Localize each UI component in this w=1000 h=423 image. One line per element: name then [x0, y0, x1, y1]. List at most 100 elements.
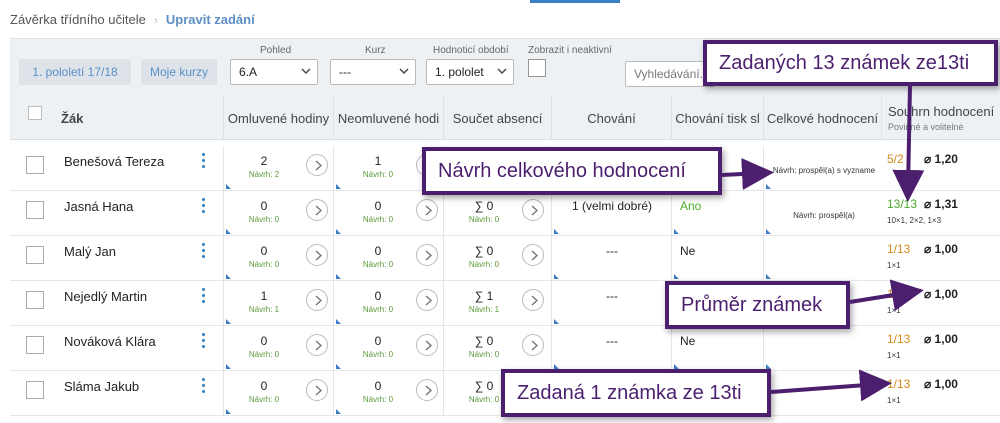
- unexcused-proposal: Návrh: 0: [362, 395, 394, 404]
- excused-cell[interactable]: 1 Návrh: 1: [223, 281, 333, 325]
- overall-cell[interactable]: Návrh: prospěl(a) s vyzname: [763, 146, 881, 190]
- absence-cell[interactable]: ∑ 0 Návrh: 0: [443, 191, 551, 235]
- table-row[interactable]: Malý Jan 0 Návrh: 0 0 Návrh: 0 ∑ 0 Návrh…: [10, 236, 1000, 281]
- row-checkbox[interactable]: [26, 246, 44, 264]
- grade-count[interactable]: 1/13: [887, 242, 910, 256]
- chevron-right-icon[interactable]: [522, 244, 544, 266]
- table-header: Žák Omluvené hodiny Neomluvené hodi Souč…: [10, 96, 1000, 140]
- student-name[interactable]: Malý Jan: [64, 244, 116, 259]
- col-grades-summary-sub: Povinné a volitelné: [888, 122, 964, 132]
- chevron-right-icon[interactable]: [522, 289, 544, 311]
- unexcused-cell[interactable]: 0 Návrh: 0: [333, 326, 443, 370]
- more-vertical-icon[interactable]: [200, 288, 206, 306]
- grade-count[interactable]: 1/: [887, 287, 897, 301]
- chevron-right-icon[interactable]: [306, 199, 328, 221]
- unexcused-cell[interactable]: 0 Návrh: 0: [333, 191, 443, 235]
- more-vertical-icon[interactable]: [200, 378, 206, 396]
- behavior-print-cell[interactable]: Ano: [671, 191, 763, 235]
- more-vertical-icon[interactable]: [200, 153, 206, 171]
- unexcused-cell[interactable]: 0 Návrh: 0: [333, 371, 443, 415]
- col-grades-summary-label: Souhrn hodnocení: [888, 104, 995, 119]
- chevron-right-icon[interactable]: [306, 154, 328, 176]
- show-inactive-checkbox[interactable]: [528, 59, 546, 77]
- behavior-print-cell[interactable]: Ne: [671, 326, 763, 370]
- grading-period-select[interactable]: 1. pololet: [426, 59, 514, 85]
- chevron-right-icon[interactable]: [416, 289, 438, 311]
- behavior-cell[interactable]: ---: [551, 236, 671, 280]
- excused-cell[interactable]: 0 Návrh: 0: [223, 371, 333, 415]
- col-student[interactable]: Žák: [55, 96, 223, 140]
- chevron-right-icon[interactable]: [416, 244, 438, 266]
- absence-cell[interactable]: ∑ 0 Návrh: 0: [443, 326, 551, 370]
- student-name[interactable]: Benešová Tereza: [64, 154, 164, 169]
- table-row[interactable]: Jasná Hana 0 Návrh: 0 0 Návrh: 0 ∑ 0 Náv…: [10, 191, 1000, 236]
- excused-cell[interactable]: 0 Návrh: 0: [223, 191, 333, 235]
- col-behavior[interactable]: Chování: [551, 96, 671, 140]
- grade-count[interactable]: 13/13: [887, 197, 917, 211]
- absence-value: ∑ 1: [474, 289, 494, 303]
- row-checkbox[interactable]: [26, 336, 44, 354]
- table-row[interactable]: Nováková Klára 0 Návrh: 0 0 Návrh: 0 ∑ 0…: [10, 326, 1000, 371]
- chevron-right-icon[interactable]: [306, 334, 328, 356]
- breadcrumb-parent[interactable]: Závěrka třídního učitele: [10, 12, 146, 27]
- behavior-cell[interactable]: 1 (velmi dobré): [551, 191, 671, 235]
- unexcused-value: 0: [374, 379, 382, 393]
- unexcused-cell[interactable]: 0 Návrh: 0: [333, 236, 443, 280]
- excused-cell[interactable]: 0 Návrh: 0: [223, 236, 333, 280]
- chevron-right-icon[interactable]: [416, 199, 438, 221]
- behavior-cell[interactable]: ---: [551, 326, 671, 370]
- overall-cell[interactable]: [763, 326, 881, 370]
- row-checkbox[interactable]: [26, 201, 44, 219]
- col-behavior-print[interactable]: Chování tisk sl: [671, 96, 763, 140]
- row-checkbox[interactable]: [26, 381, 44, 399]
- my-courses-button[interactable]: Moje kurzy: [141, 59, 217, 85]
- search-input[interactable]: Vyhledávání...: [625, 61, 715, 87]
- row-checkbox[interactable]: [26, 156, 44, 174]
- corner-marker: [766, 274, 771, 279]
- grade-distribution: 1×1: [887, 306, 901, 315]
- unexcused-cell[interactable]: 0 Návrh: 0: [333, 281, 443, 325]
- grade-average: ⌀ 1,00: [924, 242, 958, 256]
- period-button[interactable]: 1. pololetí 17/18: [19, 59, 131, 85]
- behavior-print-cell[interactable]: Ne: [671, 236, 763, 280]
- student-name[interactable]: Nejedlý Martin: [64, 289, 147, 304]
- callout-grades-entered: Zadaných 13 známek ze13ti: [703, 40, 998, 86]
- student-name[interactable]: Nováková Klára: [64, 334, 156, 349]
- overall-cell[interactable]: [763, 236, 881, 280]
- chevron-right-icon[interactable]: [416, 379, 438, 401]
- overall-cell[interactable]: Návrh: prospěl(a): [763, 191, 881, 235]
- chevron-right-icon[interactable]: [522, 334, 544, 356]
- col-excused[interactable]: Omluvené hodiny: [223, 96, 333, 140]
- behavior-value: ---: [606, 334, 618, 348]
- view-select[interactable]: 6.A: [230, 59, 318, 85]
- select-all-checkbox[interactable]: [28, 106, 42, 120]
- col-overall[interactable]: Celkové hodnocení: [763, 96, 881, 140]
- excused-cell[interactable]: 0 Návrh: 0: [223, 326, 333, 370]
- more-vertical-icon[interactable]: [200, 243, 206, 261]
- course-select[interactable]: ---: [330, 59, 416, 85]
- student-name[interactable]: Sláma Jakub: [64, 379, 139, 394]
- grade-count[interactable]: 1/13: [887, 332, 910, 346]
- chevron-right-icon[interactable]: [306, 289, 328, 311]
- grade-count[interactable]: 5/2: [887, 152, 904, 166]
- chevron-right-icon[interactable]: [416, 334, 438, 356]
- table-row[interactable]: Nejedlý Martin 1 Návrh: 1 0 Návrh: 0 ∑ 1…: [10, 281, 1000, 326]
- chevron-right-icon[interactable]: [306, 379, 328, 401]
- chevron-right-icon[interactable]: [522, 199, 544, 221]
- col-absence-sum[interactable]: Součet absencí: [443, 96, 551, 140]
- absence-cell[interactable]: ∑ 1 Návrh: 1: [443, 281, 551, 325]
- absence-cell[interactable]: ∑ 0 Návrh: 0: [443, 236, 551, 280]
- behavior-cell[interactable]: ---: [551, 281, 671, 325]
- more-vertical-icon[interactable]: [200, 333, 206, 351]
- more-vertical-icon[interactable]: [200, 198, 206, 216]
- col-grades-summary[interactable]: Souhrn hodnocení Povinné a volitelné: [881, 96, 1000, 140]
- col-unexcused[interactable]: Neomluvené hodi: [333, 96, 443, 140]
- excused-cell[interactable]: 2 Návrh: 2: [223, 146, 333, 190]
- excused-value: 0: [260, 334, 268, 348]
- overall-cell[interactable]: [763, 371, 881, 415]
- grade-count[interactable]: 1/13: [887, 377, 910, 391]
- corner-marker: [766, 184, 771, 189]
- student-name[interactable]: Jasná Hana: [64, 199, 133, 214]
- chevron-right-icon[interactable]: [306, 244, 328, 266]
- row-checkbox[interactable]: [26, 291, 44, 309]
